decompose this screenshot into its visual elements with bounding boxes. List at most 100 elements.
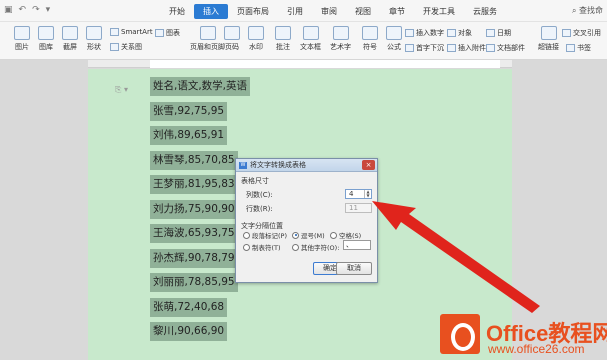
tab-home[interactable]: 开始 (160, 4, 194, 19)
hyperlink-label: 超链接 (538, 43, 559, 51)
insert-attachment-label: 插入附件 (458, 44, 486, 52)
dialog-titlebar[interactable]: W 将文字转换成表格 × (236, 159, 377, 172)
bookmark-button[interactable]: 书签 (566, 43, 591, 53)
cross-reference-button[interactable]: 交叉引用 (562, 28, 601, 38)
columns-value: 4 (349, 190, 354, 198)
other-char-input[interactable]: 、 (343, 240, 371, 250)
pi-icon (386, 26, 402, 40)
radio-paragraph-mark[interactable]: 段落标记(P) (243, 230, 287, 240)
wordart-button[interactable]: 艺术字 (330, 26, 351, 52)
text-line[interactable]: 王梦丽,81,95,83 (150, 175, 238, 194)
tab-references[interactable]: 引用 (278, 4, 312, 19)
radio-space[interactable]: 空格(S) (330, 230, 361, 240)
header-footer-label: 页眉和页脚 (190, 43, 225, 51)
object-icon (447, 29, 456, 37)
close-button[interactable]: × (362, 160, 375, 170)
textbox-button[interactable]: 文本框 (300, 26, 321, 52)
watermark-button[interactable]: 水印 (248, 26, 264, 52)
save-icon[interactable]: ▣ (4, 5, 13, 15)
doc-parts-button[interactable]: 文档部件 (486, 43, 525, 53)
office26-watermark: Office教程网 www.office26.com (438, 310, 607, 360)
screenshot-button[interactable]: 截屏 (62, 26, 78, 52)
tab-page-layout[interactable]: 页面布局 (228, 4, 278, 19)
text-line[interactable]: 张雪,92,75,95 (150, 101, 228, 121)
screenshot-icon (62, 26, 78, 40)
object-label: 对象 (458, 29, 472, 37)
watermark-label: 水印 (249, 43, 263, 51)
paragraph-handle-icon[interactable]: ⎘ ▾ (115, 85, 128, 95)
text-line[interactable]: 张萌,72,40,68 (150, 297, 228, 317)
page-number-label: 页码 (225, 43, 239, 51)
tab-developer[interactable]: 开发工具 (414, 4, 464, 19)
columns-label: 列数(C): (246, 191, 273, 199)
object-button[interactable]: 对象 (447, 28, 472, 38)
insert-number-button[interactable]: 插入数字 (405, 28, 444, 38)
rows-label: 行数(R): (246, 205, 273, 213)
comment-icon (275, 26, 291, 40)
smartart-button[interactable]: SmartArt (110, 28, 153, 36)
chart-button[interactable]: 图表 (155, 28, 180, 38)
radio-label: 制表符(T) (252, 244, 281, 252)
columns-spinner[interactable]: 4 ▲ ▼ (345, 189, 372, 199)
hyperlink-button[interactable]: 超链接 (538, 26, 559, 52)
radio-comma[interactable]: 逗号(M) (292, 230, 325, 240)
tab-section[interactable]: 章节 (380, 4, 414, 19)
text-line[interactable]: 刘丽丽,78,85,95 (150, 273, 238, 292)
page-number-button[interactable]: 页码 (224, 26, 240, 52)
radio-tab[interactable]: 制表符(T) (243, 242, 281, 252)
symbol-button[interactable]: 符号 (362, 26, 378, 52)
ribbon: 图片 图库 截屏 形状 SmartArt 图表 关系图 页眉和页脚 页码 水印 … (0, 22, 607, 60)
relation-chart-button[interactable]: 关系图 (110, 42, 142, 52)
formula-button[interactable]: 公式 (386, 26, 402, 52)
picture-button[interactable]: 图片 (14, 26, 30, 52)
cancel-button[interactable]: 取消 (336, 262, 372, 275)
page-number-icon (224, 26, 240, 40)
cross-reference-label: 交叉引用 (573, 29, 601, 37)
tab-insert[interactable]: 插入 (194, 4, 228, 19)
date-label: 日期 (497, 29, 511, 37)
text-line[interactable]: 黎川,90,66,90 (150, 322, 228, 341)
tab-view[interactable]: 视图 (346, 4, 380, 19)
rows-value: 11 (349, 204, 358, 212)
tab-review[interactable]: 审阅 (312, 4, 346, 19)
picture-icon (14, 26, 30, 40)
watermark-icon (248, 26, 264, 40)
insert-number-label: 插入数字 (416, 29, 444, 37)
symbol-label: 符号 (363, 43, 377, 51)
drop-cap-icon (405, 44, 414, 52)
quick-access-toolbar: ▣ ↶ ↷ ▾ (4, 5, 50, 15)
shapes-button[interactable]: 形状 (86, 26, 102, 52)
text-line[interactable]: 刘力扬,75,90,90 (150, 199, 238, 219)
gallery-button[interactable]: 图库 (38, 26, 54, 52)
title-bar: ▣ ↶ ↷ ▾ 开始 插入 页面布局 引用 审阅 视图 章节 开发工具 云服务 … (0, 0, 607, 22)
tab-cloud[interactable]: 云服务 (464, 4, 506, 19)
undo-icon[interactable]: ↶ (19, 5, 27, 15)
spin-arrows-icon[interactable]: ▲ ▼ (364, 190, 371, 198)
radio-dot (243, 243, 250, 251)
search-command[interactable]: ⌕ 查找命 (572, 5, 603, 16)
horizontal-ruler[interactable] (88, 60, 512, 68)
wordart-label: 艺术字 (330, 43, 351, 51)
picture-label: 图片 (15, 43, 29, 51)
radio-other-char[interactable]: 其他字符(O): (292, 242, 339, 252)
insert-attachment-button[interactable]: 插入附件 (447, 43, 486, 53)
redo-icon[interactable]: ↷ (32, 5, 40, 15)
ruler-text-area (150, 60, 500, 68)
link-icon (540, 26, 557, 40)
header-footer-icon (199, 26, 216, 40)
text-line[interactable]: 王海波,65,93,75 (150, 224, 238, 243)
ribbon-tabs: 开始 插入 页面布局 引用 审阅 视图 章节 开发工具 云服务 (160, 4, 506, 19)
date-button[interactable]: 日期 (486, 28, 511, 38)
doc-parts-label: 文档部件 (497, 44, 525, 52)
shapes-icon (86, 26, 102, 40)
text-line[interactable]: 刘伟,89,65,91 (150, 126, 228, 145)
text-line[interactable]: 姓名,语文,数学,英语 (150, 77, 251, 96)
comment-button[interactable]: 批注 (275, 26, 291, 52)
text-line[interactable]: 孙杰辉,90,78,79 (150, 248, 238, 268)
screenshot-label: 截屏 (63, 43, 77, 51)
text-line[interactable]: 林雪琴,85,70,85 (150, 150, 238, 170)
header-footer-button[interactable]: 页眉和页脚 (190, 26, 225, 52)
radio-label: 空格(S) (339, 232, 362, 240)
drop-cap-button[interactable]: 首字下沉 (405, 43, 444, 53)
dropdown-icon[interactable]: ▾ (46, 5, 51, 15)
